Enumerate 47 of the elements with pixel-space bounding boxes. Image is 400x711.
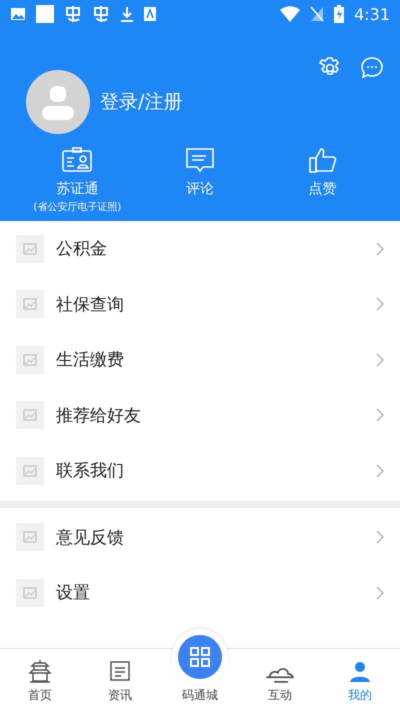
person-icon (347, 659, 373, 683)
image-placeholder-icon (16, 401, 44, 430)
login-link[interactable]: 登录/注册 (100, 89, 182, 115)
clouds-icon (265, 667, 295, 683)
quick-action[interactable]: 点赞 (261, 146, 384, 214)
square-notification-icon (36, 5, 54, 23)
chevron-right-icon (376, 464, 384, 478)
menu-item[interactable]: 联系我们 (0, 443, 400, 498)
image-placeholder-icon (16, 290, 44, 318)
menu-item[interactable]: 推荐给好友 (0, 388, 400, 443)
comment-icon (184, 146, 216, 174)
menu-item[interactable]: 意见反馈 (0, 510, 400, 565)
chevron-right-icon (376, 530, 384, 544)
chevron-right-icon (376, 586, 384, 600)
action-sublabel: (省公安厅电子证照) (33, 200, 122, 214)
chevron-right-icon (376, 242, 384, 256)
image-placeholder-icon (16, 578, 44, 607)
nav-tab[interactable]: 资讯 (80, 649, 160, 711)
message-icon[interactable] (360, 56, 384, 80)
menu-item[interactable]: 设置 (0, 565, 400, 620)
picture-notification-icon (10, 7, 26, 21)
nav-tab[interactable]: 互动 (240, 649, 320, 711)
image-placeholder-icon (16, 234, 44, 263)
battery-charging-icon (334, 5, 344, 23)
menu-item[interactable]: 公积金 (0, 221, 400, 276)
nav-tab[interactable]: 我的 (320, 649, 400, 711)
app-notification-icon (144, 7, 156, 21)
menu-item[interactable]: 社保查询 (0, 276, 400, 332)
chevron-right-icon (376, 408, 384, 422)
quick-action[interactable]: 苏证通 (省公安厅电子证照) (16, 146, 139, 214)
image-placeholder-icon (16, 456, 44, 485)
pagoda-icon (27, 659, 53, 683)
wifi-icon (280, 6, 300, 22)
nav-tab[interactable]: 码通城 (160, 623, 240, 711)
thumbs-up-icon (306, 146, 339, 174)
menu-item[interactable]: 生活缴费 (0, 332, 400, 388)
download-icon (120, 6, 134, 22)
chevron-right-icon (376, 352, 384, 367)
quick-action[interactable]: 评论 (138, 146, 262, 214)
no-signal-icon (310, 6, 324, 22)
status-time: 4:31 (354, 4, 390, 24)
qr-code-icon (178, 635, 222, 679)
image-placeholder-icon (16, 523, 44, 552)
id-card-icon (61, 146, 94, 174)
nav-tab[interactable]: 首页 (0, 649, 80, 711)
image-placeholder-icon (16, 346, 44, 374)
chevron-right-icon (376, 297, 384, 312)
